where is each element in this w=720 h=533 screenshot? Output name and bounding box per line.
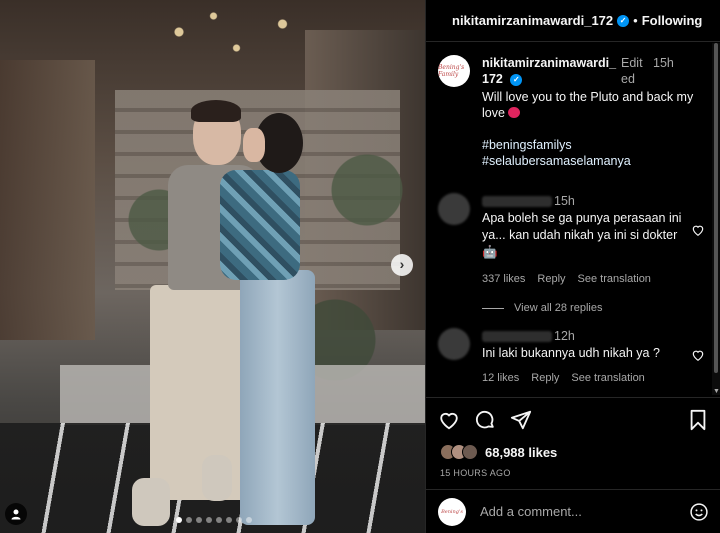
carousel-next-button[interactable]: › — [391, 254, 413, 276]
reply-button[interactable]: Reply — [537, 271, 565, 288]
woman-jeans — [240, 270, 315, 525]
user-tags-button[interactable] — [5, 503, 27, 525]
comment-time: 12h — [554, 329, 575, 343]
view-replies-label: View all 28 replies — [514, 302, 603, 314]
caption-avatar[interactable]: Bening's Family — [438, 55, 470, 87]
woman-top — [220, 170, 300, 280]
replies-line — [482, 307, 504, 309]
caption-text: Will love you to the Pluto and back my l… — [482, 90, 694, 120]
comment-text: Apa boleh se ga punya perasaan ini ya...… — [482, 211, 682, 259]
liker-avatars[interactable] — [440, 444, 478, 460]
share-send-icon[interactable] — [510, 409, 532, 431]
composer-avatar: Bening's — [438, 497, 466, 526]
carousel-dot — [236, 517, 242, 523]
comment-bubble-icon[interactable] — [474, 409, 496, 431]
woman-face — [243, 128, 265, 162]
verified-badge-icon: ✓ — [510, 73, 523, 86]
avatar-logo-text: Bening's Family — [438, 64, 465, 78]
comment-likes[interactable]: 337 likes — [482, 271, 525, 288]
carousel-dots — [176, 517, 252, 523]
post-photo[interactable]: › — [0, 0, 425, 533]
post-actions: 68,988 likes 15 HOURS AGO Bening's — [426, 397, 720, 533]
like-heart-icon[interactable] — [438, 409, 460, 431]
header-username[interactable]: nikitamirzanimawardi_172 — [452, 13, 613, 28]
edited-label: Edited — [621, 56, 643, 86]
see-translation-button[interactable]: See translation — [571, 370, 644, 387]
comment: 12h Ini laki bukannya udh nikah ya ? 12 … — [426, 328, 720, 387]
hashtag-link[interactable]: #beningsfamilys — [482, 137, 697, 153]
comment-username-blurred[interactable] — [482, 196, 552, 208]
reply-button[interactable]: Reply — [531, 370, 559, 387]
following-button[interactable]: Following — [642, 13, 703, 28]
save-bookmark-icon[interactable] — [687, 409, 709, 431]
likes-count[interactable]: 68,988 likes — [485, 445, 557, 460]
comment-composer: Bening's — [426, 489, 720, 533]
carousel-dot — [246, 517, 252, 523]
comment-text: Ini laki bukannya udh nikah ya ? — [482, 346, 660, 360]
caption-time: 15h — [653, 56, 674, 70]
carousel-dot — [216, 517, 222, 523]
add-comment-input[interactable] — [480, 504, 689, 519]
view-replies-button[interactable]: View all 28 replies — [482, 302, 720, 314]
man-shoe — [202, 455, 232, 501]
scrollbar-thumb[interactable] — [714, 43, 718, 373]
carousel-dot — [206, 517, 212, 523]
carousel-dot — [186, 517, 192, 523]
background-wall — [0, 60, 95, 340]
man-hair — [191, 100, 241, 122]
comment-likes[interactable]: 12 likes — [482, 370, 519, 387]
hashtag-link[interactable]: #selalubersamaselamanya — [482, 153, 697, 169]
scrollbar[interactable]: ▼ — [712, 43, 720, 395]
caption-username[interactable]: nikitamirzanimawardi_172 ✓ — [482, 55, 617, 87]
like-comment-heart-icon[interactable] — [691, 223, 705, 237]
emoji-icon[interactable] — [689, 502, 709, 522]
comment-avatar[interactable] — [438, 193, 470, 225]
comments-scroll[interactable]: Bening's Family nikitamirzanimawardi_172… — [426, 43, 720, 395]
comment-avatar[interactable] — [438, 328, 470, 360]
carousel-dot — [176, 517, 182, 523]
comment-username-blurred[interactable] — [482, 331, 552, 343]
carousel-dot — [226, 517, 232, 523]
caption: Bening's Family nikitamirzanimawardi_172… — [426, 43, 720, 169]
like-comment-heart-icon[interactable] — [691, 348, 705, 362]
header-separator: • — [633, 13, 638, 28]
person-icon — [11, 509, 21, 520]
comment: 15h Apa boleh se ga punya perasaan ini y… — [426, 193, 720, 288]
post-header: nikitamirzanimawardi_172 ✓ • Following — [426, 0, 720, 42]
comment-time: 15h — [554, 194, 575, 208]
caption-meta: Edited 15h — [621, 55, 675, 87]
post-panel: nikitamirzanimawardi_172 ✓ • Following B… — [425, 0, 720, 533]
hashtags: #beningsfamilys #selalubersamaselamanya — [482, 137, 697, 169]
verified-badge-icon: ✓ — [617, 14, 630, 27]
heart-emoji-icon — [508, 107, 521, 118]
see-translation-button[interactable]: See translation — [578, 271, 651, 288]
post-time: 15 HOURS AGO — [440, 468, 511, 478]
man-shoe — [132, 478, 170, 526]
carousel-dot — [196, 517, 202, 523]
scroll-down-arrow-icon[interactable]: ▼ — [713, 388, 720, 395]
